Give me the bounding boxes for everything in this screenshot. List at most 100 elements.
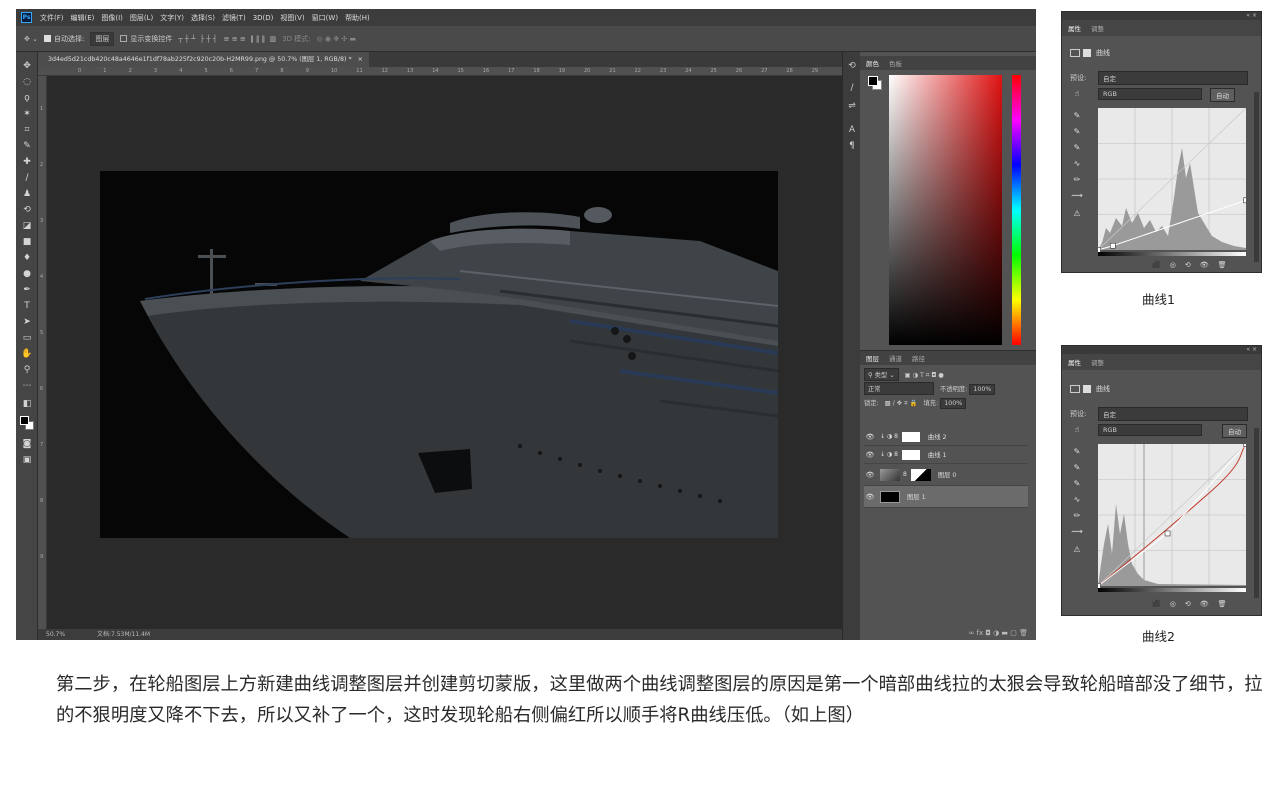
layer-filter-icons[interactable]: ▣ ◑ T ⌗ ◘ ●: [905, 372, 944, 379]
white-point-eyedropper-icon[interactable]: ✎: [1071, 478, 1083, 490]
lasso-tool-icon[interactable]: ϙ: [20, 92, 34, 105]
opacity-value[interactable]: 100%: [969, 384, 996, 395]
gradient-tool-icon[interactable]: ■: [20, 236, 34, 249]
marquee-tool-icon[interactable]: ◌: [20, 76, 34, 89]
color-picker-field[interactable]: [889, 75, 1002, 345]
menu-filter[interactable]: 滤镜(T): [222, 13, 246, 23]
align-icons[interactable]: ┬ ┼ ┴ ├ ┼ ┤ ≡ ≡ ≡ ‖ ‖ ‖ ▥: [178, 35, 276, 43]
scrollbar[interactable]: [1254, 428, 1259, 598]
white-point-eyedropper-icon[interactable]: ✎: [1071, 142, 1083, 154]
eyedropper-tool-icon[interactable]: ✎: [20, 140, 34, 153]
hue-slider[interactable]: [1012, 75, 1021, 345]
menu-type[interactable]: 文字(Y): [160, 13, 184, 23]
dodge-tool-icon[interactable]: ●: [20, 268, 34, 281]
rectangle-tool-icon[interactable]: ▭: [20, 332, 34, 345]
history-panel-icon[interactable]: ⟲: [846, 60, 858, 72]
clone-stamp-tool-icon[interactable]: ♟: [20, 188, 34, 201]
brush-tool-icon[interactable]: ∕: [20, 172, 34, 185]
pencil-draw-icon[interactable]: ✏: [1071, 174, 1083, 186]
gray-point-eyedropper-icon[interactable]: ✎: [1071, 126, 1083, 138]
adjust-panel-icon[interactable]: ⇌: [846, 100, 858, 112]
character-panel-icon[interactable]: A: [846, 124, 858, 136]
gray-point-eyedropper-icon[interactable]: ✎: [1071, 462, 1083, 474]
panel-window-controls[interactable]: « ×: [1062, 346, 1261, 354]
layer-mask-thumbnail[interactable]: [901, 431, 920, 442]
menu-3d[interactable]: 3D(D): [253, 14, 274, 22]
properties-footer-icons[interactable]: ⬛ ◎ ⟲ 👁 🗑: [1152, 261, 1235, 269]
smooth-curve-icon[interactable]: ⟿: [1071, 190, 1083, 202]
preset-select[interactable]: 自定: [1098, 71, 1248, 85]
curve-edit-icon[interactable]: ∿: [1071, 494, 1083, 506]
type-tool-icon[interactable]: T: [20, 300, 34, 313]
color-foreground-swatch[interactable]: [868, 76, 878, 86]
show-transform-checkbox[interactable]: [120, 35, 128, 42]
on-image-adjust-icon[interactable]: ☝: [1071, 424, 1083, 436]
menu-file[interactable]: 文件(F): [40, 13, 64, 23]
path-selection-tool-icon[interactable]: ➤: [20, 316, 34, 329]
auto-button[interactable]: 自动: [1222, 424, 1247, 438]
layer-row[interactable]: 👁 ↓ ◑ 8 曲线 2: [864, 428, 1028, 446]
tab-color[interactable]: 颜色: [866, 58, 879, 68]
document-info[interactable]: 文档:7.53M/11.4M: [97, 631, 150, 638]
move-tool-preset-icon[interactable]: ✥ ⌄: [24, 35, 38, 43]
tab-paths[interactable]: 路径: [912, 353, 925, 363]
tab-adjustments[interactable]: 调整: [1091, 357, 1104, 367]
auto-button[interactable]: 自动: [1210, 88, 1235, 102]
pen-tool-icon[interactable]: ✒: [20, 284, 34, 297]
tab-properties[interactable]: 属性: [1068, 357, 1081, 367]
tab-adjustments[interactable]: 调整: [1091, 23, 1104, 33]
curves-graph-2[interactable]: [1098, 444, 1246, 594]
layer-mask-thumbnail[interactable]: [901, 449, 920, 460]
curve-control-point[interactable]: [1098, 583, 1101, 589]
eye-icon[interactable]: 👁: [864, 433, 876, 441]
curve-edit-icon[interactable]: ∿: [1071, 158, 1083, 170]
curve-control-point[interactable]: [1110, 242, 1116, 249]
fill-value[interactable]: 100%: [940, 398, 967, 409]
layer-row[interactable]: 👁 图层 1: [864, 486, 1028, 508]
move-tool-icon[interactable]: ✥: [20, 60, 34, 73]
eraser-tool-icon[interactable]: ◪: [20, 220, 34, 233]
history-brush-tool-icon[interactable]: ⟲: [20, 204, 34, 217]
zoom-level[interactable]: 50.7%: [46, 631, 65, 638]
layer-row[interactable]: 👁 ↓ ◑ 8 曲线 1: [864, 446, 1028, 464]
layer-row[interactable]: 👁 8 图层 0: [864, 464, 1028, 486]
magic-wand-tool-icon[interactable]: ✶: [20, 108, 34, 121]
menu-select[interactable]: 选择(S): [191, 13, 215, 23]
menu-window[interactable]: 窗口(W): [312, 13, 338, 23]
clipping-warning-icon[interactable]: ⚠: [1071, 544, 1083, 556]
foreground-color-swatch[interactable]: [20, 416, 29, 425]
curves-graph-1[interactable]: [1098, 108, 1246, 258]
quick-mask-icon[interactable]: ◙: [20, 438, 34, 451]
on-image-adjust-icon[interactable]: ☝: [1071, 88, 1083, 100]
zoom-tool-icon[interactable]: ⚲: [20, 364, 34, 377]
blur-tool-icon[interactable]: ♦: [20, 252, 34, 265]
close-icon[interactable]: ×: [358, 56, 363, 63]
panel-window-controls[interactable]: « ×: [1062, 12, 1261, 20]
tab-layers[interactable]: 图层: [866, 353, 879, 363]
curve-control-point[interactable]: [1243, 197, 1247, 204]
brush-settings-icon[interactable]: ∕: [846, 82, 858, 94]
layer-mask-thumbnail[interactable]: [910, 468, 931, 481]
lock-icons[interactable]: ▩ ∕ ✥ ⌗ 🔒: [885, 400, 918, 407]
preset-select[interactable]: 自定: [1098, 407, 1248, 421]
black-point-eyedropper-icon[interactable]: ✎: [1071, 446, 1083, 458]
auto-select-target-select[interactable]: 图层: [90, 31, 115, 46]
auto-select-checkbox[interactable]: [43, 35, 51, 42]
smooth-curve-icon[interactable]: ⟿: [1071, 526, 1083, 538]
scrollbar[interactable]: [1254, 92, 1259, 262]
layers-footer-icons[interactable]: ∞ fx ◘ ◑ ▬ ▢ 🗑: [860, 626, 1036, 640]
eye-icon[interactable]: 👁: [864, 493, 876, 501]
auto-select-option[interactable]: 自动选择:: [43, 34, 84, 44]
paragraph-panel-icon[interactable]: ¶: [846, 140, 858, 152]
canvas-area[interactable]: [47, 76, 842, 629]
mask-icon[interactable]: [1083, 385, 1091, 393]
channel-select[interactable]: RGB: [1098, 424, 1202, 436]
healing-brush-tool-icon[interactable]: ✚: [20, 156, 34, 169]
menu-edit[interactable]: 编辑(E): [71, 13, 95, 23]
show-transform-option[interactable]: 显示变换控件: [120, 34, 172, 44]
curve-control-point[interactable]: [1164, 530, 1171, 537]
menu-view[interactable]: 视图(V): [280, 13, 304, 23]
more-tools-icon[interactable]: ⋯: [20, 380, 34, 393]
eye-icon[interactable]: 👁: [864, 451, 876, 459]
channel-select[interactable]: RGB: [1098, 88, 1202, 100]
